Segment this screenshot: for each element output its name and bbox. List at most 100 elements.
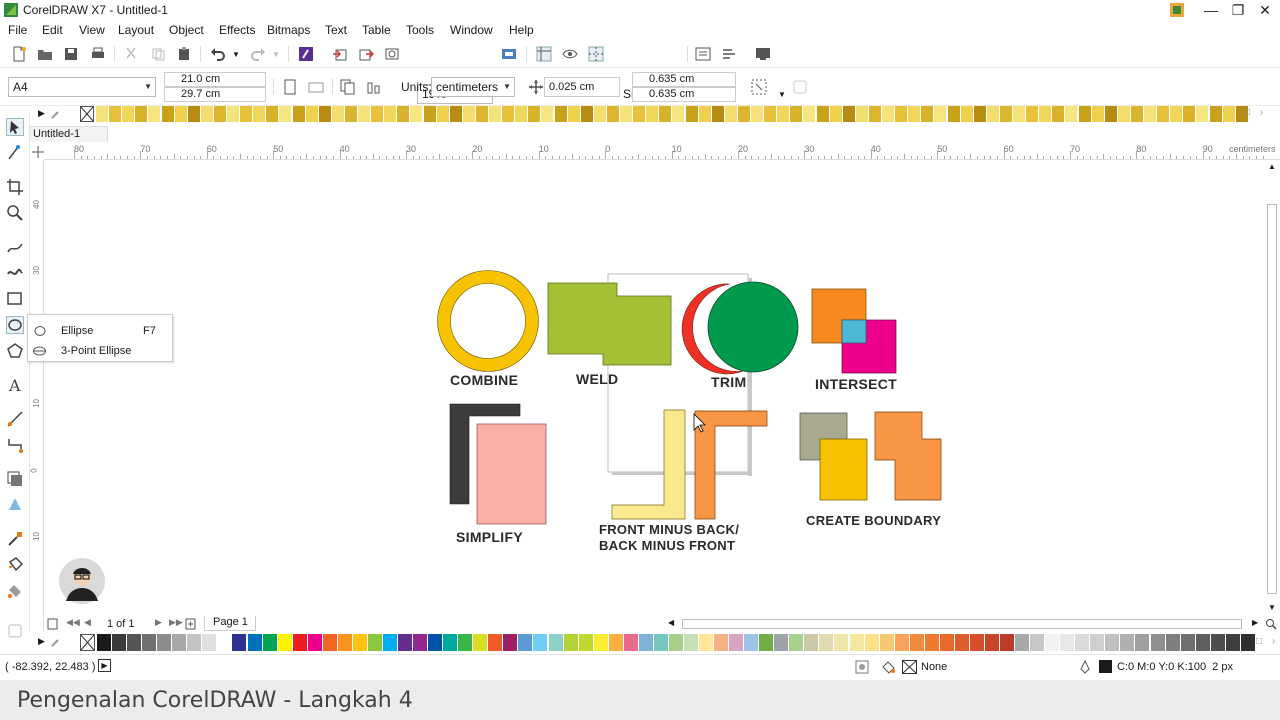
redo-icon[interactable] bbox=[250, 46, 266, 62]
palette-swatch[interactable] bbox=[528, 106, 542, 122]
palette-swatch[interactable] bbox=[954, 634, 970, 651]
palette-swatch[interactable] bbox=[97, 634, 112, 651]
drop-shadow-tool-icon[interactable] bbox=[6, 470, 24, 488]
polygon-tool-icon[interactable] bbox=[6, 342, 24, 360]
zoom-tool-icon[interactable] bbox=[6, 204, 24, 222]
eyedropper-icon[interactable] bbox=[50, 108, 62, 120]
palette-swatch[interactable] bbox=[816, 106, 830, 122]
palette-swatch[interactable] bbox=[213, 106, 227, 122]
palette-swatch[interactable] bbox=[503, 634, 519, 651]
palette-swatch[interactable] bbox=[322, 634, 338, 651]
artistic-media-tool-icon[interactable] bbox=[6, 264, 24, 282]
text-tool-icon[interactable]: A bbox=[6, 376, 24, 394]
palette-scroll-left-icon[interactable]: ▶ bbox=[38, 108, 45, 119]
palette-swatch[interactable] bbox=[683, 634, 699, 651]
status-play-icon[interactable]: ▶ bbox=[98, 659, 111, 672]
palette-swatch[interactable] bbox=[443, 634, 459, 651]
transparency-tool-icon[interactable] bbox=[6, 496, 24, 514]
palette-swatch[interactable] bbox=[232, 634, 248, 651]
new-document-icon[interactable] bbox=[11, 46, 27, 62]
treat-as-filled-icon[interactable] bbox=[751, 79, 767, 95]
next-page-icon[interactable]: ▶ bbox=[155, 617, 162, 628]
redo-dropdown-icon[interactable]: ▼ bbox=[272, 50, 280, 59]
palette-swatch[interactable] bbox=[685, 106, 699, 122]
menu-tools[interactable]: Tools bbox=[406, 23, 434, 37]
menu-layout[interactable]: Layout bbox=[118, 23, 154, 37]
palette-swatch[interactable] bbox=[984, 634, 1000, 651]
palette-swatch[interactable] bbox=[653, 634, 669, 651]
palette-swatch[interactable] bbox=[428, 634, 444, 651]
palette-swatch[interactable] bbox=[1060, 634, 1076, 651]
palette-swatch[interactable] bbox=[109, 106, 123, 122]
insert-page-icon[interactable] bbox=[185, 618, 196, 630]
palette-swatch[interactable] bbox=[879, 634, 895, 651]
menu-table[interactable]: Table bbox=[362, 23, 391, 37]
print-icon[interactable] bbox=[90, 46, 106, 62]
palette-swatch[interactable] bbox=[1104, 106, 1118, 122]
palette-swatch[interactable] bbox=[502, 106, 516, 122]
copy-icon[interactable] bbox=[150, 46, 166, 62]
palette-swatch[interactable] bbox=[646, 106, 660, 122]
save-icon[interactable] bbox=[63, 46, 79, 62]
flyout-item-ellipse[interactable]: Ellipse F7 bbox=[28, 321, 172, 341]
palette-swatch[interactable] bbox=[112, 634, 128, 651]
palette-swatch[interactable] bbox=[606, 106, 620, 122]
palette-swatch[interactable] bbox=[567, 106, 581, 122]
palette-swatch[interactable] bbox=[973, 106, 987, 122]
palette-swatch[interactable] bbox=[790, 106, 804, 122]
show-guidelines-icon[interactable] bbox=[588, 46, 604, 62]
previous-page-icon[interactable]: ◀ bbox=[84, 617, 91, 628]
palette-swatch[interactable] bbox=[367, 634, 383, 651]
palette-swatch[interactable] bbox=[352, 634, 368, 651]
horizontal-scrollbar[interactable]: ◀ ▶ bbox=[664, 616, 1280, 632]
palette-swatch[interactable] bbox=[1210, 634, 1226, 651]
current-page-icon[interactable] bbox=[366, 79, 382, 95]
palette-swatch[interactable] bbox=[423, 106, 437, 122]
fill-bucket-icon[interactable] bbox=[881, 660, 896, 674]
palette-swatch[interactable] bbox=[672, 106, 686, 122]
duplicate-y-field[interactable]: 0.635 cm bbox=[632, 87, 736, 102]
palette-swatch[interactable] bbox=[947, 106, 961, 122]
palette-swatch[interactable] bbox=[969, 634, 985, 651]
palette-swatch[interactable] bbox=[593, 106, 607, 122]
palette-swatch[interactable] bbox=[398, 634, 413, 651]
flyout-item-3-point-ellipse[interactable]: 3-Point Ellipse bbox=[28, 341, 172, 361]
freehand-tool-icon[interactable] bbox=[6, 238, 24, 256]
palette-swatch[interactable] bbox=[161, 106, 175, 122]
palette-swatch[interactable] bbox=[623, 634, 639, 651]
palette-swatch[interactable] bbox=[580, 106, 594, 122]
duplicate-x-field[interactable]: 0.635 cm bbox=[632, 72, 736, 87]
zoom-navigator-icon[interactable] bbox=[1265, 618, 1277, 630]
palette-more-icon[interactable]: □ bbox=[1244, 107, 1250, 118]
palette-swatch[interactable] bbox=[384, 106, 398, 122]
crop-tool-icon[interactable] bbox=[6, 178, 24, 196]
paste-icon[interactable] bbox=[176, 46, 192, 62]
palette-swatch[interactable] bbox=[789, 634, 805, 651]
bottom-no-color-swatch[interactable] bbox=[80, 634, 95, 651]
palette-swatch[interactable] bbox=[751, 106, 764, 122]
portrait-icon[interactable] bbox=[282, 79, 298, 95]
restore-button[interactable]: ❐ bbox=[1227, 1, 1249, 19]
palette-swatch[interactable] bbox=[475, 106, 489, 122]
palette-swatch[interactable] bbox=[1240, 634, 1256, 651]
scroll-up-icon[interactable]: ▲ bbox=[1268, 162, 1276, 171]
front-minus-back-yellow[interactable] bbox=[611, 409, 686, 520]
trim-circle[interactable] bbox=[707, 281, 799, 373]
palette-swatch[interactable] bbox=[711, 106, 725, 122]
last-page-icon[interactable]: ▶▶ bbox=[169, 617, 183, 628]
palette-swatch[interactable] bbox=[217, 634, 233, 651]
ellipse-tool-icon[interactable] bbox=[6, 316, 24, 334]
palette-swatch[interactable] bbox=[1165, 634, 1181, 651]
palette-swatch[interactable] bbox=[894, 634, 910, 651]
palette-swatch[interactable] bbox=[909, 634, 925, 651]
all-pages-icon[interactable] bbox=[340, 79, 356, 95]
palette-swatch[interactable] bbox=[834, 634, 850, 651]
menu-file[interactable]: File bbox=[8, 23, 27, 37]
boundary-orange-shape[interactable] bbox=[874, 411, 942, 501]
vertical-ruler[interactable]: 40302010010 bbox=[30, 160, 44, 632]
palette-swatch[interactable] bbox=[518, 634, 534, 651]
palette-swatch[interactable] bbox=[1026, 106, 1040, 122]
palette-swatch[interactable] bbox=[436, 106, 450, 122]
palette-swatch[interactable] bbox=[1052, 106, 1066, 122]
weld-shape[interactable] bbox=[547, 282, 672, 366]
